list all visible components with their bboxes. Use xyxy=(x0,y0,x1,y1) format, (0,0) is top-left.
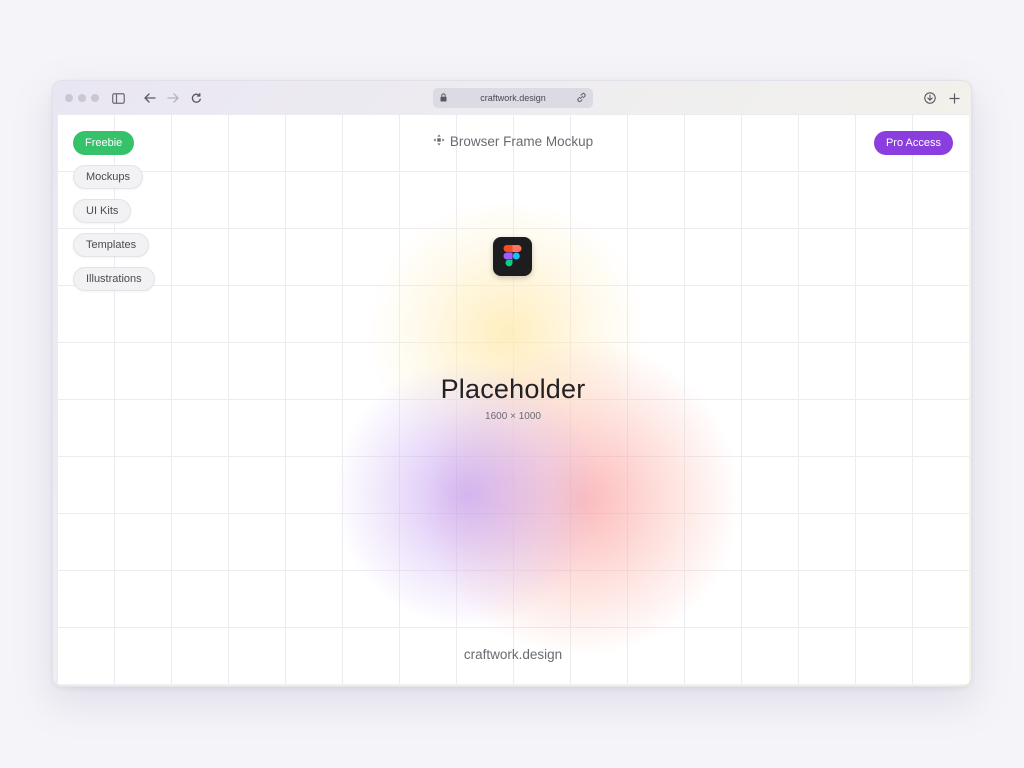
move-arrows-icon xyxy=(433,134,445,149)
sidebar-icon[interactable] xyxy=(109,89,127,107)
placeholder-dimensions: 1600 × 1000 xyxy=(485,411,541,422)
category-templates[interactable]: Templates xyxy=(73,233,150,257)
lock-icon xyxy=(440,93,447,102)
page-viewport: Freebie Mockups UI Kits Templates Illust… xyxy=(57,114,969,684)
browser-toolbar: craftwork.design xyxy=(53,81,971,114)
link-icon[interactable] xyxy=(576,92,587,103)
window-controls xyxy=(65,94,99,102)
category-mockups[interactable]: Mockups xyxy=(73,165,144,189)
plus-icon[interactable] xyxy=(945,89,963,107)
category-illustrations[interactable]: Illustrations xyxy=(73,267,155,291)
download-icon[interactable] xyxy=(921,89,939,107)
placeholder-title: Placeholder xyxy=(440,374,586,404)
footer-brand: craftwork.design xyxy=(463,647,563,662)
arrow-left-icon[interactable] xyxy=(141,89,159,107)
arrow-right-icon[interactable] xyxy=(164,89,182,107)
figma-icon xyxy=(493,237,532,276)
page-title-text: Browser Frame Mockup xyxy=(449,134,594,149)
browser-window: craftwork.design Freebie Mockups UI Kits… xyxy=(52,80,972,687)
pro-access-button[interactable]: Pro Access xyxy=(873,131,953,155)
close-window-button[interactable] xyxy=(65,94,73,102)
address-text: craftwork.design xyxy=(480,93,546,103)
address-bar[interactable]: craftwork.design xyxy=(433,88,593,108)
category-ui-kits[interactable]: UI Kits xyxy=(73,199,132,223)
page-title: Browser Frame Mockup xyxy=(57,134,969,149)
minimize-window-button[interactable] xyxy=(78,94,86,102)
reload-icon[interactable] xyxy=(187,89,205,107)
zoom-window-button[interactable] xyxy=(91,94,99,102)
